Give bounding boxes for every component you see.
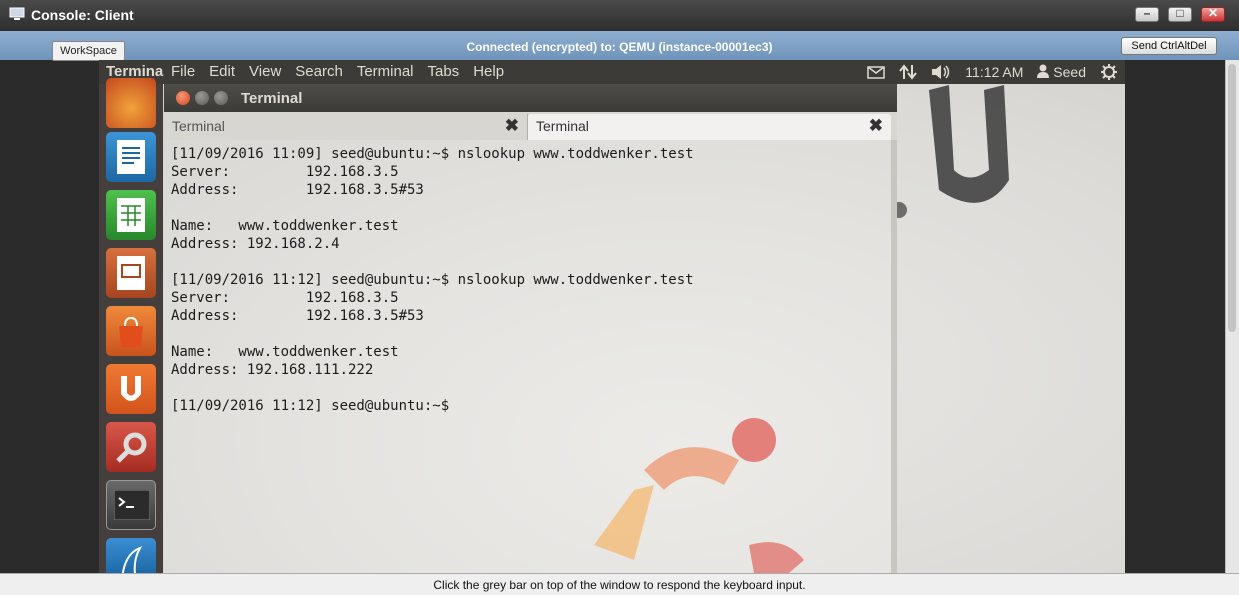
terminal-line: Address: 192.168.3.5#53: [171, 182, 424, 198]
terminal-title-bar[interactable]: Terminal: [164, 84, 897, 112]
terminal-line: [11/09/2016 11:12] seed@ubuntu:~$ nslook…: [171, 272, 694, 288]
menu-file[interactable]: File: [171, 63, 195, 80]
computer-icon: [9, 7, 25, 20]
connection-status: Connected (encrypted) to: QEMU (instance…: [466, 40, 773, 54]
launcher-ubuntu-one[interactable]: [106, 364, 156, 414]
terminal-line: Name: www.toddwenker.test: [171, 344, 399, 360]
terminal-maximize-button[interactable]: [214, 91, 228, 105]
window-title: Console: Client: [31, 7, 134, 23]
launcher-system-settings[interactable]: [106, 422, 156, 472]
minimize-button[interactable]: –: [1135, 6, 1159, 22]
top-panel: Termina File Edit View Search Terminal T…: [99, 60, 1125, 84]
terminal-line: [11/09/2016 11:09] seed@ubuntu:~$ nslook…: [171, 146, 694, 162]
terminal-line: Server: 192.168.3.5: [171, 290, 399, 306]
connection-bar[interactable]: Connected (encrypted) to: QEMU (instance…: [0, 31, 1239, 61]
terminal-window-title: Terminal: [241, 90, 303, 107]
terminal-line: Name: www.toddwenker.test: [171, 218, 399, 234]
minimize-icon: –: [1143, 6, 1151, 20]
writer-icon: [117, 140, 145, 174]
impress-icon: [117, 256, 145, 290]
launcher-impress[interactable]: [106, 248, 156, 298]
tab-label: Terminal: [536, 118, 589, 134]
launcher-calc[interactable]: [106, 190, 156, 240]
status-bar: Click the grey bar on top of the window …: [0, 573, 1239, 595]
restore-button[interactable]: □: [1168, 6, 1192, 22]
terminal-tab-bar: Terminal ✖ Terminal ✖: [164, 112, 897, 140]
terminal-line: Server: 192.168.3.5: [171, 164, 399, 180]
terminal-minimize-button[interactable]: [195, 91, 209, 105]
wireshark-fin-icon: [121, 546, 143, 573]
launcher-firefox[interactable]: [106, 78, 156, 128]
terminal-line: Address: 192.168.3.5#53: [171, 308, 424, 324]
tab-label: Terminal: [172, 118, 225, 134]
restore-icon: □: [1176, 6, 1184, 20]
status-message: Click the grey bar on top of the window …: [433, 578, 806, 592]
terminal-scrollbar[interactable]: [891, 140, 897, 573]
menu-view[interactable]: View: [249, 63, 281, 80]
tab-close-icon[interactable]: ✖: [869, 114, 883, 138]
viewer-scrollbar[interactable]: [1225, 60, 1239, 573]
indicator-area: 11:12 AM Seed: [860, 60, 1125, 84]
terminal-text: [11/09/2016 11:09] seed@ubuntu:~$ nslook…: [171, 145, 694, 415]
close-button[interactable]: ✕: [1201, 6, 1225, 22]
menu-search[interactable]: Search: [295, 63, 343, 80]
launcher-wireshark[interactable]: [106, 538, 156, 573]
mail-icon[interactable]: [867, 65, 886, 79]
terminal-output[interactable]: [11/09/2016 11:09] seed@ubuntu:~$ nslook…: [164, 140, 891, 573]
launcher-writer[interactable]: [106, 132, 156, 182]
menu-edit[interactable]: Edit: [209, 63, 235, 80]
launcher-software-center[interactable]: [106, 306, 156, 356]
launcher: [99, 78, 163, 573]
window-title-bar[interactable]: Console: Client – □ ✕: [0, 0, 1239, 31]
terminal-window[interactable]: Terminal Terminal ✖ Terminal ✖ [11/09/20…: [164, 84, 897, 573]
clock[interactable]: 11:12 AM: [965, 64, 1023, 80]
user-icon: [1037, 64, 1050, 78]
launcher-terminal[interactable]: [106, 480, 156, 530]
calc-icon: [117, 198, 145, 232]
terminal-icon: [114, 490, 150, 520]
menu-help[interactable]: Help: [473, 63, 504, 80]
user-name: Seed: [1053, 64, 1086, 80]
terminal-line: Address: 192.168.2.4: [171, 236, 340, 252]
terminal-close-button[interactable]: [176, 91, 190, 105]
menu-bar: File Edit View Search Terminal Tabs Help: [171, 63, 518, 80]
power-gear-icon[interactable]: [1100, 63, 1118, 81]
scrollbar-thumb[interactable]: [1228, 64, 1236, 332]
menu-terminal[interactable]: Terminal: [357, 63, 414, 80]
terminal-line: [11/09/2016 11:12] seed@ubuntu:~$: [171, 398, 458, 414]
terminal-tab-2[interactable]: Terminal ✖: [528, 114, 891, 140]
send-ctrl-alt-del-button[interactable]: Send CtrlAltDel: [1121, 37, 1217, 55]
remote-desktop[interactable]: Termina File Edit View Search Terminal T…: [99, 60, 1125, 573]
tab-close-icon[interactable]: ✖: [505, 114, 519, 138]
network-icon[interactable]: [899, 64, 918, 80]
volume-icon[interactable]: [931, 64, 951, 80]
close-icon: ✕: [1207, 6, 1219, 20]
settings-wrench-icon: [116, 432, 147, 463]
terminal-line: Address: 192.168.111.222: [171, 362, 374, 378]
ubuntu-one-icon: [121, 376, 141, 401]
terminal-tab-1[interactable]: Terminal ✖: [164, 114, 528, 140]
workspace-tooltip: WorkSpace: [52, 41, 125, 61]
user-menu[interactable]: Seed: [1037, 64, 1086, 80]
shopping-bag-icon: [119, 316, 143, 347]
menu-tabs[interactable]: Tabs: [428, 63, 460, 80]
